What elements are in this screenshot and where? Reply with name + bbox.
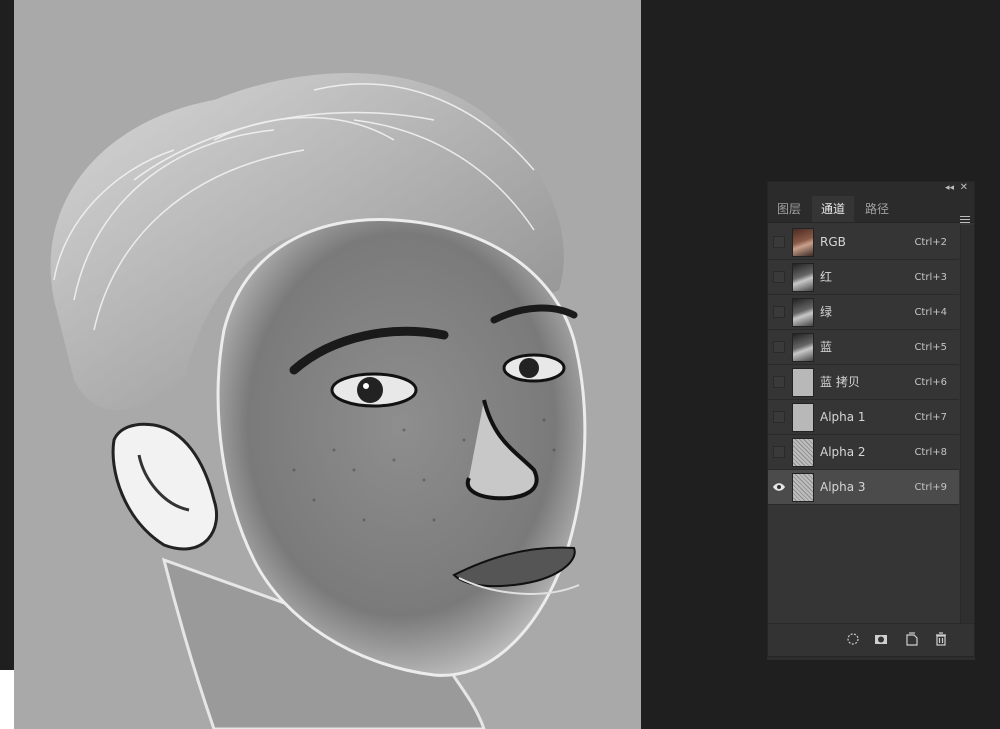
scrollbar[interactable] <box>960 225 974 625</box>
channel-thumbnail <box>792 228 814 257</box>
channel-name: Alpha 3 <box>820 480 866 494</box>
channel-shortcut: Ctrl+6 <box>914 377 947 388</box>
channel-row-rgb[interactable]: RGB Ctrl+2 <box>768 225 959 260</box>
channel-name: 蓝 <box>820 340 833 354</box>
tab-paths[interactable]: 路径 <box>856 196 898 222</box>
delete-channel-icon[interactable] <box>934 632 948 646</box>
left-strip-dark <box>0 0 14 670</box>
collapse-icon[interactable]: ◂◂ <box>945 183 954 193</box>
channel-row-alpha-2[interactable]: Alpha 2 Ctrl+8 <box>768 435 959 470</box>
channel-shortcut: Ctrl+3 <box>914 272 947 283</box>
channel-row-blue[interactable]: 蓝 Ctrl+5 <box>768 330 959 365</box>
channel-row-alpha-1[interactable]: Alpha 1 Ctrl+7 <box>768 400 959 435</box>
channel-name: Alpha 1 <box>820 410 866 424</box>
panel-bottom-bar <box>768 623 974 656</box>
tab-layers[interactable]: 图层 <box>768 196 810 222</box>
portrait-image <box>14 0 641 729</box>
channel-thumbnail <box>792 333 814 362</box>
channel-name: 蓝 拷贝 <box>820 375 860 389</box>
panel-tabs: 图层 通道 路径 <box>768 196 974 226</box>
visibility-toggle[interactable] <box>773 411 785 423</box>
channel-shortcut: Ctrl+4 <box>914 307 947 318</box>
channel-row-red[interactable]: 红 Ctrl+3 <box>768 260 959 295</box>
channel-thumbnail <box>792 403 814 432</box>
document-canvas[interactable] <box>14 0 641 729</box>
new-channel-icon[interactable] <box>905 632 919 646</box>
channel-shortcut: Ctrl+7 <box>914 412 947 423</box>
visibility-toggle[interactable] <box>773 236 785 248</box>
channel-thumbnail <box>792 263 814 292</box>
visibility-toggle[interactable] <box>773 341 785 353</box>
channel-name: RGB <box>820 235 846 249</box>
visibility-toggle[interactable] <box>773 446 785 458</box>
channel-row-blue-copy[interactable]: 蓝 拷贝 Ctrl+6 <box>768 365 959 400</box>
channel-shortcut: Ctrl+9 <box>914 482 947 493</box>
channels-panel: ◂◂ ✕ 图层 通道 路径 RGB Ctrl+2 红 Ctrl+3 绿 Ctrl… <box>767 181 975 657</box>
eye-icon[interactable] <box>773 481 785 493</box>
channel-thumbnail <box>792 368 814 397</box>
visibility-toggle[interactable] <box>773 376 785 388</box>
channel-name: Alpha 2 <box>820 445 866 459</box>
channel-thumbnail <box>792 473 814 502</box>
channel-list: RGB Ctrl+2 红 Ctrl+3 绿 Ctrl+4 蓝 Ctrl+5 蓝 … <box>768 225 959 625</box>
channel-row-green[interactable]: 绿 Ctrl+4 <box>768 295 959 330</box>
save-selection-icon[interactable] <box>874 632 888 646</box>
visibility-toggle[interactable] <box>773 306 785 318</box>
channel-thumbnail <box>792 438 814 467</box>
channel-row-alpha-3[interactable]: Alpha 3 Ctrl+9 <box>768 470 959 505</box>
load-selection-icon[interactable] <box>846 632 860 646</box>
visibility-toggle[interactable] <box>773 271 785 283</box>
close-icon[interactable]: ✕ <box>960 182 968 193</box>
channel-name: 绿 <box>820 305 833 319</box>
channel-thumbnail <box>792 298 814 327</box>
channel-shortcut: Ctrl+2 <box>914 237 947 248</box>
panel-foot <box>767 657 975 660</box>
left-strip <box>0 0 14 729</box>
channel-shortcut: Ctrl+5 <box>914 342 947 353</box>
channel-name: 红 <box>820 270 833 284</box>
tab-channels[interactable]: 通道 <box>812 196 855 222</box>
panel-title-bar: ◂◂ ✕ <box>768 182 974 196</box>
channel-shortcut: Ctrl+8 <box>914 447 947 458</box>
